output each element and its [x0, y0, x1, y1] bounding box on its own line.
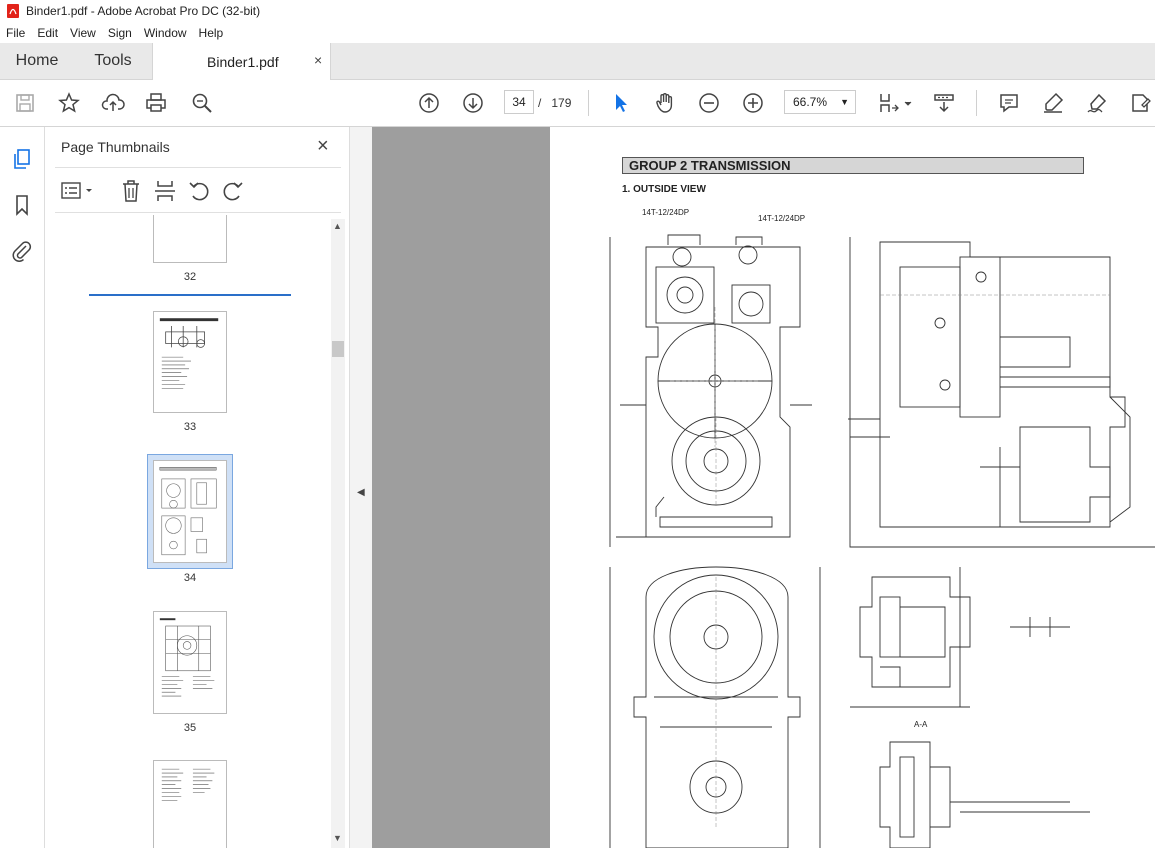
menu-file[interactable]: File — [0, 26, 31, 40]
scroll-mode-icon[interactable] — [931, 90, 957, 116]
thumbnail-tools — [55, 167, 341, 213]
thumbnail-page[interactable] — [153, 311, 227, 413]
title-bar: Binder1.pdf - Adobe Acrobat Pro DC (32-b… — [0, 0, 1155, 22]
menu-sign[interactable]: Sign — [102, 26, 138, 40]
fill-sign-icon[interactable] — [1127, 90, 1153, 116]
zoom-in-icon[interactable] — [740, 90, 766, 116]
thumbnail-page[interactable] — [153, 760, 227, 848]
page-down-icon[interactable] — [460, 90, 486, 116]
insert-indicator — [89, 294, 291, 296]
tab-close-icon[interactable]: × — [314, 52, 322, 68]
thumbnail-label: 34 — [183, 572, 197, 584]
thumbnail-list: 32 33 34 35 — [45, 215, 331, 848]
panel-title: Page Thumbnails — [61, 139, 170, 155]
menu-edit[interactable]: Edit — [31, 26, 64, 40]
thumbnail-label: 32 — [183, 271, 197, 283]
fit-page-icon[interactable] — [876, 90, 902, 116]
tab-tools[interactable]: Tools — [74, 43, 152, 79]
page-up-icon[interactable] — [416, 90, 442, 116]
thumbnail-label: 33 — [183, 421, 197, 433]
toolbar — [0, 80, 1155, 127]
chevron-up-icon[interactable]: ▲ — [333, 221, 342, 231]
page-thumbnails-icon[interactable] — [10, 147, 36, 173]
comment-icon[interactable] — [996, 90, 1022, 116]
thumbnail-page[interactable] — [153, 611, 227, 714]
zoom-level-value: 66.7% — [793, 95, 828, 109]
toolbar-divider — [976, 90, 977, 116]
acrobat-logo-icon — [7, 4, 19, 18]
window-title: Binder1.pdf - Adobe Acrobat Pro DC (32-b… — [26, 4, 261, 18]
zoom-out-icon[interactable] — [696, 90, 722, 116]
print-icon[interactable] — [143, 90, 169, 116]
bookmark-star-icon[interactable] — [56, 90, 82, 116]
highlight-icon[interactable] — [1040, 90, 1066, 116]
page-total: / 179 — [538, 96, 571, 110]
thumbnail-page[interactable] — [153, 215, 227, 263]
menu-help[interactable]: Help — [193, 26, 230, 40]
rotate-right-icon[interactable] — [221, 178, 245, 204]
save-icon[interactable] — [12, 90, 38, 116]
pdf-page: GROUP 2 TRANSMISSION 1. OUTSIDE VIEW 14T… — [550, 127, 1155, 848]
page-number-input[interactable]: 34 — [504, 90, 534, 114]
tab-bar: Home Tools Binder1.pdf × — [0, 43, 1155, 80]
tab-document-label: Binder1.pdf — [207, 54, 279, 70]
panel-collapse-bar[interactable]: ◀ — [350, 127, 372, 848]
page-total-count: 179 — [551, 96, 572, 110]
menu-window[interactable]: Window — [138, 26, 193, 40]
menu-view[interactable]: View — [64, 26, 102, 40]
thumbnail-scrollbar[interactable]: ▲ ▼ — [331, 219, 345, 848]
options-menu-icon[interactable] — [61, 180, 95, 202]
zoom-level-select[interactable]: 66.7% ▼ — [784, 90, 856, 114]
bookmarks-icon[interactable] — [10, 193, 36, 219]
hand-icon[interactable] — [652, 90, 678, 116]
chevron-down-icon: ▼ — [840, 97, 849, 107]
thumbnails-panel: Page Thumbnails × 32 33 34 35 ▲ ▼ — [45, 127, 350, 848]
chevron-down-icon[interactable] — [902, 90, 914, 116]
thumbnail-label: 35 — [183, 722, 197, 734]
delete-pages-icon[interactable] — [119, 178, 143, 204]
extract-pages-icon[interactable] — [153, 178, 177, 204]
chevron-left-icon[interactable]: ◀ — [357, 487, 365, 498]
upload-icon[interactable] — [100, 90, 126, 116]
left-rail — [0, 127, 45, 848]
page-separator: / — [538, 96, 542, 110]
transmission-drawing — [609, 234, 1155, 848]
menu-bar: File Edit View Sign Window Help — [0, 22, 1155, 43]
document-canvas[interactable]: GROUP 2 TRANSMISSION 1. OUTSIDE VIEW 14T… — [372, 127, 1155, 848]
sign-icon[interactable] — [1084, 90, 1110, 116]
chevron-down-icon[interactable]: ▼ — [333, 833, 342, 843]
thumbnail-page-current[interactable] — [153, 460, 227, 563]
panel-close-icon[interactable]: × — [317, 135, 329, 158]
tab-document[interactable]: Binder1.pdf × — [152, 43, 331, 80]
rotate-left-icon[interactable] — [187, 178, 211, 204]
select-arrow-icon[interactable] — [608, 90, 634, 116]
scrollbar-thumb[interactable] — [332, 341, 344, 357]
tab-home[interactable]: Home — [0, 43, 74, 79]
attachments-icon[interactable] — [10, 239, 36, 265]
toolbar-divider — [588, 90, 589, 116]
zoom-search-icon[interactable] — [189, 90, 215, 116]
